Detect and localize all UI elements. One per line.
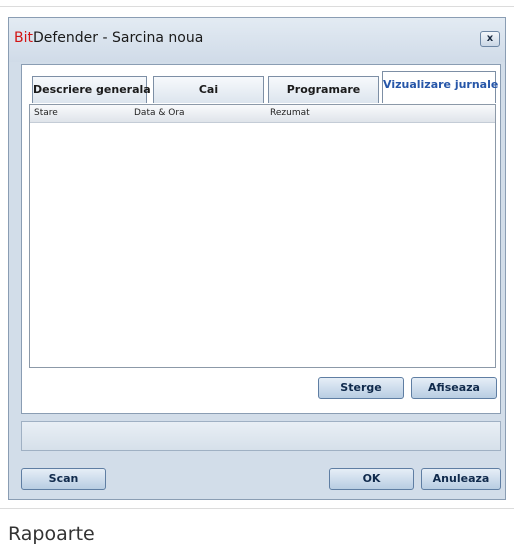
column-header-data-ora[interactable]: Data & Ora (134, 108, 185, 118)
tab-content-panel: Descriere generala Cai Programare Vizual… (21, 64, 501, 414)
window-title: BitDefender - Sarcina noua (14, 30, 203, 46)
dialog-window: BitDefender - Sarcina noua x Descriere g… (8, 17, 506, 500)
show-button[interactable]: Afiseaza (411, 377, 497, 399)
status-strip (21, 421, 501, 451)
tab-vizualizare-jurnale[interactable]: Vizualizare jurnale (382, 71, 498, 103)
column-header-stare[interactable]: Stare (34, 108, 58, 118)
column-header-rezumat[interactable]: Rezumat (270, 108, 310, 118)
close-button[interactable]: x (480, 31, 500, 47)
log-list-header: Stare Data & Ora Rezumat (30, 105, 495, 123)
top-divider (0, 6, 514, 7)
scan-button[interactable]: Scan (21, 468, 106, 490)
cancel-button[interactable]: Anuleaza (421, 468, 501, 490)
delete-button[interactable]: Sterge (318, 377, 404, 399)
tab-descriere-generala[interactable]: Descriere generala (32, 76, 151, 103)
brand-prefix: Bit (14, 30, 33, 46)
title-text: Defender - Sarcina noua (32, 30, 204, 46)
tab-cai[interactable]: Cai (153, 76, 264, 103)
title-bar: BitDefender - Sarcina noua x (9, 18, 505, 62)
bottom-divider (0, 508, 514, 509)
caption-text: Rapoarte (8, 523, 95, 545)
tab-programare[interactable]: Programare (268, 76, 379, 103)
ok-button[interactable]: OK (329, 468, 414, 490)
log-list[interactable]: Stare Data & Ora Rezumat (29, 104, 496, 368)
